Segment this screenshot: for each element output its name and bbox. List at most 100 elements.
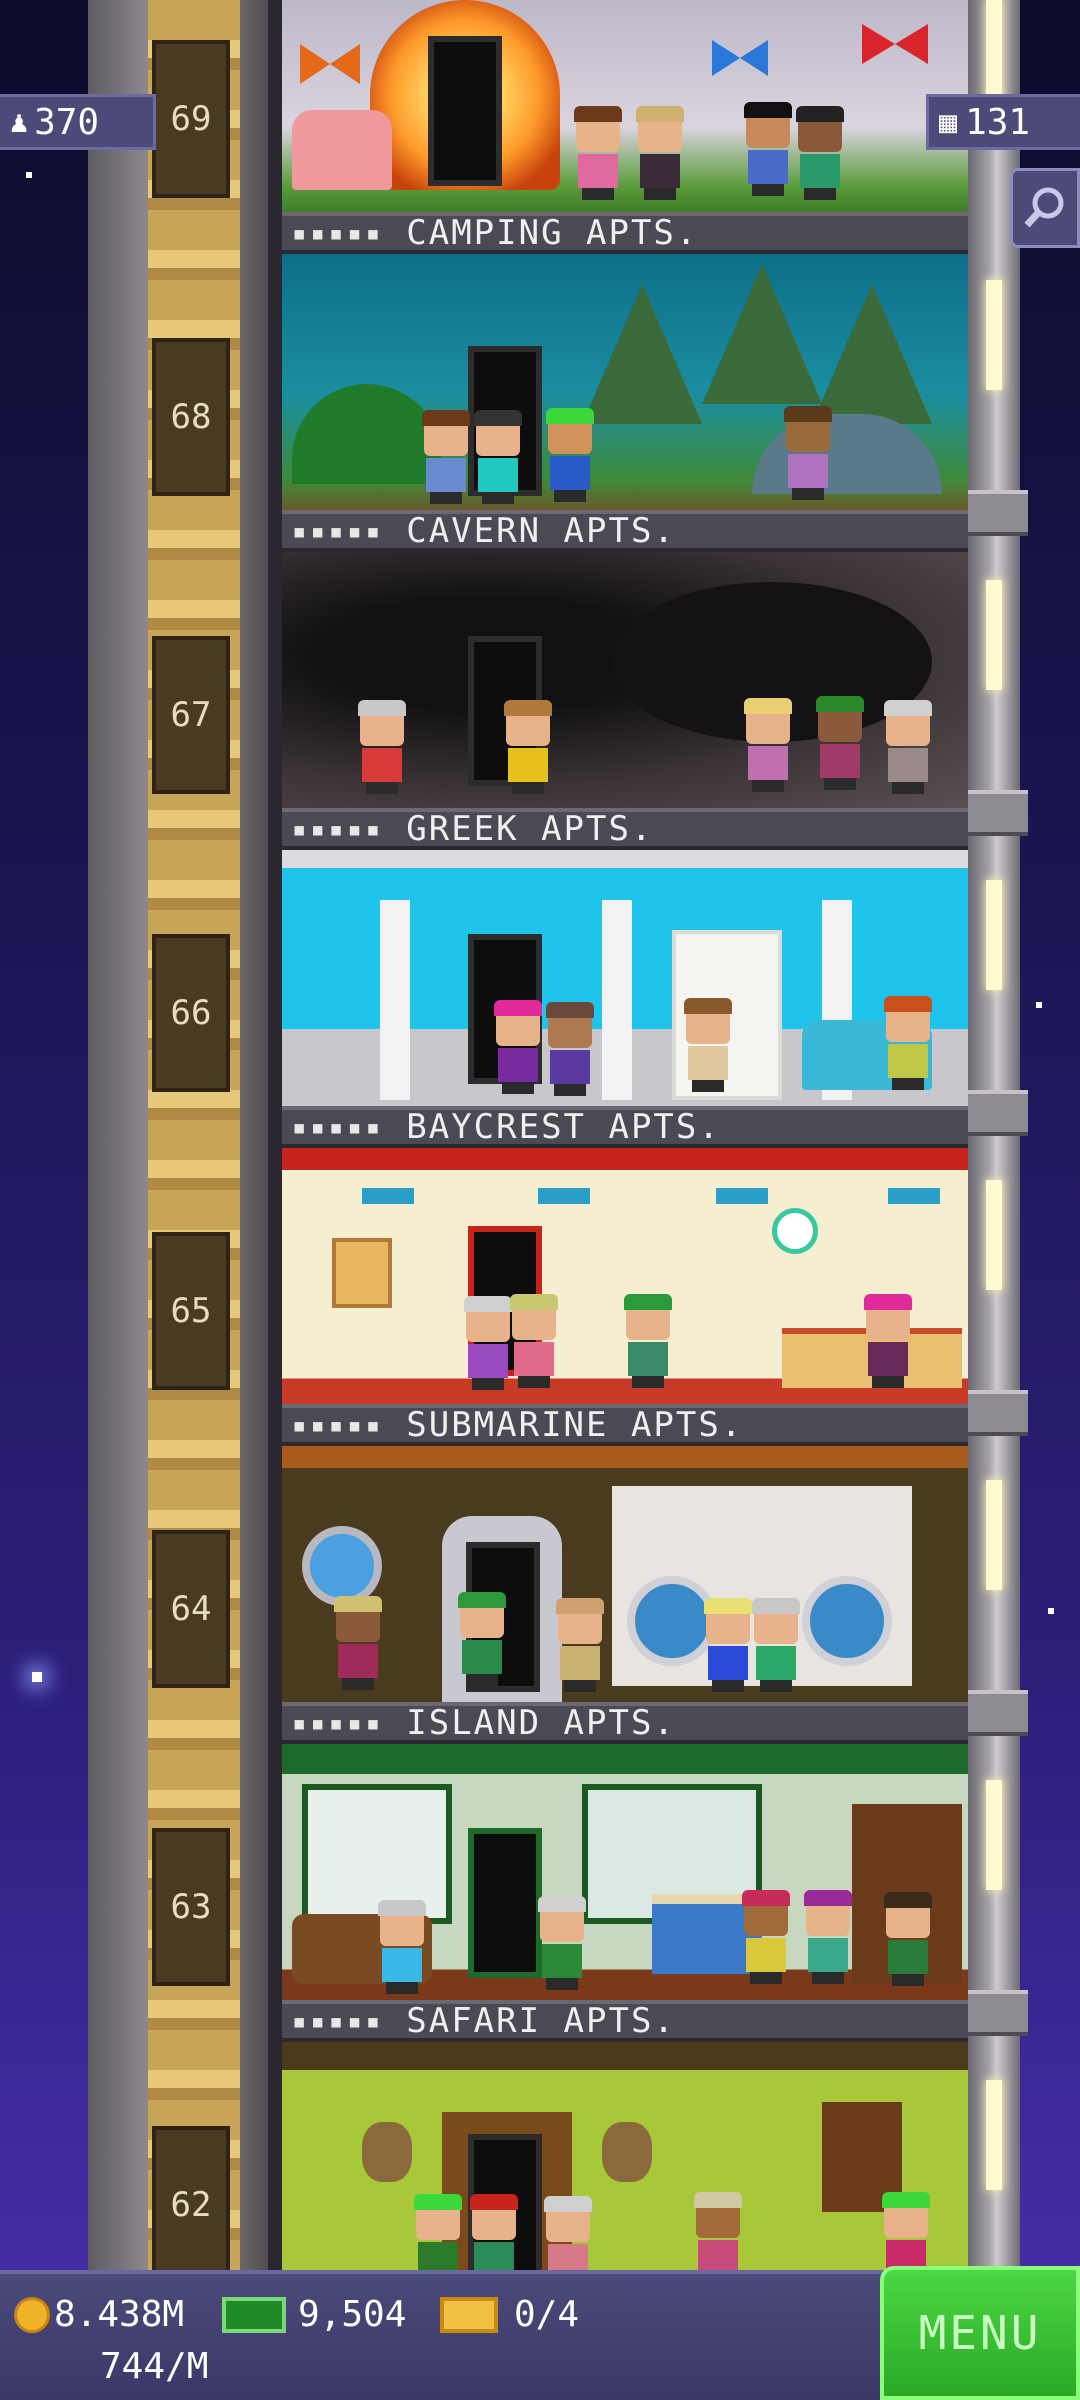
resident[interactable] — [420, 410, 472, 504]
search-button[interactable] — [1010, 168, 1080, 248]
floor-number: 64 — [152, 1530, 230, 1688]
resident[interactable] — [740, 1890, 792, 1984]
floor-number: 65 — [152, 1232, 230, 1390]
resident[interactable] — [742, 698, 794, 792]
menu-label: MENU — [918, 2306, 1042, 2360]
resident[interactable] — [882, 1892, 934, 1986]
resident[interactable] — [544, 1002, 596, 1096]
coins-value: 8.438M — [54, 2294, 185, 2335]
butterfly-decor — [300, 44, 360, 84]
ceiling-lamp — [716, 1188, 768, 1204]
resident[interactable] — [508, 1294, 560, 1388]
tribal-mask — [362, 2122, 412, 2182]
resident[interactable] — [794, 106, 846, 200]
resident[interactable] — [882, 996, 934, 1090]
pine-tree — [582, 284, 702, 424]
resident[interactable] — [814, 696, 866, 790]
resident[interactable] — [456, 1592, 508, 1686]
wall-clock — [772, 1208, 818, 1254]
resident[interactable] — [882, 700, 934, 794]
resident[interactable] — [502, 700, 554, 794]
person-icon: ♟ — [10, 104, 29, 140]
menu-button[interactable]: MENU — [880, 2266, 1080, 2400]
floor-68-title[interactable]: ▪▪▪▪▪ CAMPING APTS. — [282, 212, 968, 254]
room-door[interactable] — [428, 36, 502, 186]
floor-67-title[interactable]: ▪▪▪▪▪ CAVERN APTS. — [282, 510, 968, 552]
sky-star — [26, 172, 32, 178]
wall-bracket — [966, 1090, 1028, 1136]
floor-star-rating: ▪▪▪▪▪ — [292, 1113, 385, 1141]
bux-stat[interactable]: 9,504 — [222, 2294, 406, 2335]
wall-light — [986, 1780, 1002, 1890]
coins-rate: 744/M — [100, 2346, 208, 2387]
resident[interactable] — [802, 1890, 854, 1984]
window — [302, 1784, 452, 1924]
resident[interactable] — [634, 106, 686, 200]
resident[interactable] — [468, 2194, 520, 2270]
floor-number: 63 — [152, 1828, 230, 1986]
porthole — [302, 1526, 382, 1606]
ceiling-lamp — [362, 1188, 414, 1204]
resident[interactable] — [622, 1294, 674, 1388]
resident[interactable] — [862, 1294, 914, 1388]
resident[interactable] — [750, 1598, 802, 1692]
wall-bracket — [966, 1690, 1028, 1736]
ceiling-lamp — [888, 1188, 940, 1204]
resident[interactable] — [356, 700, 408, 794]
resident[interactable] — [702, 1598, 754, 1692]
resident[interactable] — [462, 1296, 514, 1390]
floor-63-title[interactable]: ▪▪▪▪▪ ISLAND APTS. — [282, 1702, 968, 1744]
resident[interactable] — [880, 2192, 932, 2270]
floor-name: BAYCREST APTS. — [406, 1107, 721, 1147]
shaft-edge — [268, 0, 282, 2270]
coins-stat[interactable]: 8.438M — [14, 2294, 184, 2335]
floor-65-room[interactable] — [282, 1148, 968, 1404]
bux-value: 9,504 — [298, 2294, 407, 2335]
floor-66-room[interactable] — [282, 850, 968, 1106]
resident[interactable] — [554, 1598, 606, 1692]
floor-69-room[interactable] — [282, 0, 968, 212]
wall-bracket — [966, 790, 1028, 836]
greek-column — [380, 900, 410, 1100]
resident[interactable] — [536, 1896, 588, 1990]
resident[interactable] — [492, 1000, 544, 1094]
wall-light — [986, 2080, 1002, 2190]
floor-star-rating: ▪▪▪▪▪ — [292, 1709, 385, 1737]
floor-66-title[interactable]: ▪▪▪▪▪ GREEK APTS. — [282, 808, 968, 850]
floor-62-title[interactable]: ▪▪▪▪▪ SAFARI APTS. — [282, 2000, 968, 2042]
floor-star-rating: ▪▪▪▪▪ — [292, 1411, 385, 1439]
room-door[interactable] — [468, 1828, 542, 1978]
floor-64-title[interactable]: ▪▪▪▪▪ SUBMARINE APTS. — [282, 1404, 968, 1446]
pink-sofa — [292, 110, 392, 190]
wall-bracket — [966, 490, 1028, 536]
floor-63-room[interactable] — [282, 1744, 968, 2000]
resident[interactable] — [692, 2192, 744, 2270]
resident[interactable] — [544, 408, 596, 502]
population-value: 370 — [34, 101, 100, 143]
resident[interactable] — [332, 1596, 384, 1690]
coin-icon — [14, 2296, 50, 2333]
resident[interactable] — [472, 410, 524, 504]
floor-number: 69 — [152, 40, 230, 198]
resident[interactable] — [682, 998, 734, 1092]
population-counter[interactable]: ♟ 370 — [0, 94, 156, 150]
floor-68-room[interactable] — [282, 254, 968, 510]
sky-star — [1036, 1002, 1042, 1008]
wall-painting — [332, 1238, 392, 1308]
resident[interactable] — [572, 106, 624, 200]
wall-bracket — [966, 1390, 1028, 1436]
floor-67-room[interactable] — [282, 552, 968, 808]
tickets-value: 0/4 — [514, 2294, 580, 2335]
resident[interactable] — [412, 2194, 464, 2270]
tickets-stat[interactable]: 0/4 — [440, 2294, 579, 2335]
wall-light — [986, 580, 1002, 690]
floor-64-room[interactable] — [282, 1446, 968, 1702]
floor-counter[interactable]: ▦ 131 — [926, 94, 1080, 150]
floor-65-title[interactable]: ▪▪▪▪▪ BAYCREST APTS. — [282, 1106, 968, 1148]
wall-light — [986, 1480, 1002, 1590]
floor-62-room[interactable] — [282, 2042, 968, 2270]
resident[interactable] — [742, 102, 794, 196]
resident[interactable] — [782, 406, 834, 500]
resident[interactable] — [376, 1900, 428, 1994]
resident[interactable] — [542, 2196, 594, 2270]
